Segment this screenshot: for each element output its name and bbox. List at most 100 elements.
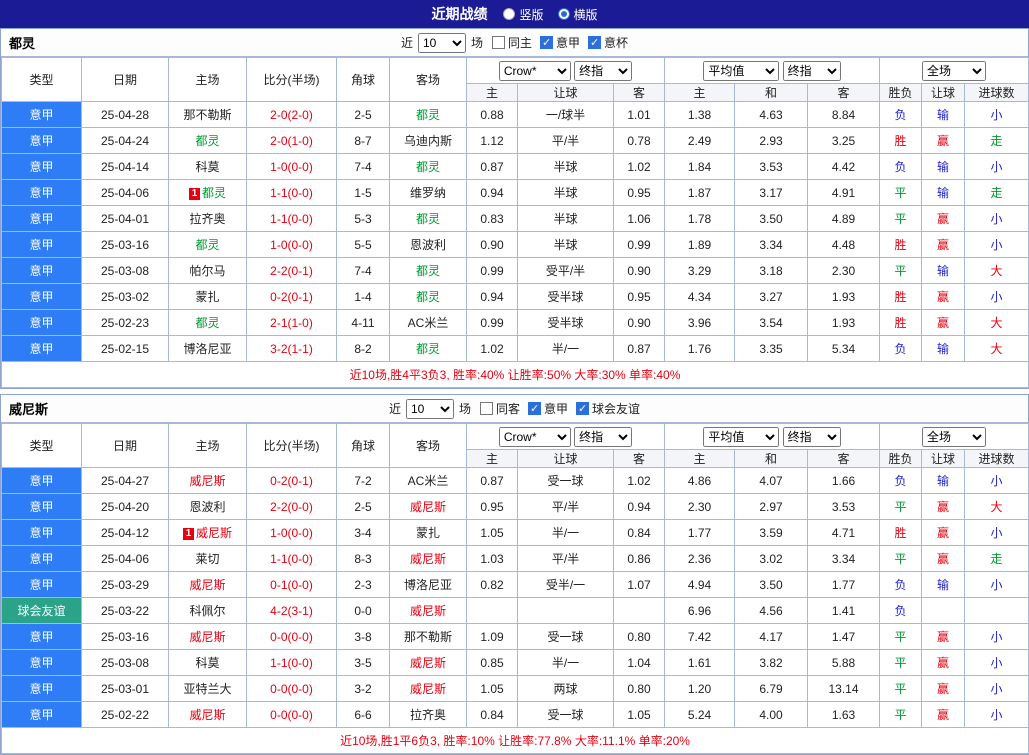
filter-checkbox[interactable]: 意甲	[540, 34, 580, 51]
result-goals: 走	[964, 179, 1029, 206]
subcol-europe-away: 客	[806, 83, 881, 102]
col-header-type: 类型	[1, 423, 82, 468]
away-team-cell: 威尼斯	[389, 675, 467, 702]
match-row: 意甲 25-02-23 都灵 2-1(1-0) 4-11 AC米兰 0.99 受…	[1, 309, 1029, 336]
subcol-result: 胜负	[879, 449, 923, 468]
score-cell: 2-1(1-0)	[246, 309, 337, 336]
filter-bar: 威尼斯 近 10 场 同客 意甲 球会友谊	[1, 395, 1028, 423]
result-handicap: 赢	[921, 283, 966, 310]
filter-checkbox[interactable]: 球会友谊	[576, 400, 640, 417]
europe-draw-odds: 3.17	[734, 179, 808, 206]
asia-away-odds: 0.99	[613, 231, 665, 258]
asia-bookmaker-select[interactable]: Crow*	[498, 426, 571, 447]
results-table: 类型 日期 主场 比分(半场) 角球 客场 Crow* 终指 平均值 终指 全场…	[0, 57, 1029, 388]
match-row: 意甲 25-03-08 帕尔马 2-2(0-1) 7-4 都灵 0.99 受平/…	[1, 257, 1029, 284]
home-team-cell: 帕尔马	[168, 257, 247, 284]
europe-draw-odds: 4.63	[734, 101, 808, 128]
col-header-home: 主场	[168, 423, 247, 468]
league-cell: 意甲	[1, 283, 82, 310]
score-cell: 0-2(0-1)	[246, 467, 337, 494]
date-cell: 25-02-23	[81, 309, 169, 336]
asia-handicap: 两球	[517, 675, 614, 702]
filter-bar: 都灵 近 10 场 同主 意甲 意杯	[1, 29, 1028, 57]
away-team-cell: 那不勒斯	[389, 623, 467, 650]
europe-home-odds: 1.38	[664, 101, 735, 128]
col-header-date: 日期	[81, 423, 169, 468]
match-row: 意甲 25-03-08 科莫 1-1(0-0) 3-5 威尼斯 0.85 半/一…	[1, 649, 1029, 676]
home-team-name: 威尼斯	[189, 578, 226, 592]
match-count-select[interactable]: 10	[405, 398, 454, 419]
score-cell: 2-2(0-1)	[246, 257, 337, 284]
asia-time-select[interactable]: 终指	[574, 426, 633, 447]
europe-time-select[interactable]: 终指	[782, 426, 841, 447]
match-row: 意甲 25-04-12 1 威尼斯 1-0(0-0) 3-4 蒙扎 1.05 半/…	[1, 519, 1029, 546]
asia-away-odds: 1.05	[613, 701, 665, 728]
home-team-name: 都灵	[195, 316, 220, 330]
europe-away-odds: 13.14	[806, 675, 881, 702]
asia-home-odds: 1.02	[466, 335, 518, 362]
match-row: 意甲 25-03-02 蒙扎 0-2(0-1) 1-4 都灵 0.94 受半球 …	[1, 283, 1029, 310]
subcol-europe-draw: 和	[734, 83, 808, 102]
europe-draw-odds: 3.82	[734, 649, 808, 676]
europe-home-odds: 3.29	[664, 257, 735, 284]
filter-checkbox[interactable]: 同客	[479, 400, 520, 417]
date-cell: 25-04-12	[81, 519, 169, 546]
home-team-name: 科佩尔	[189, 604, 226, 618]
corner-cell: 6-6	[336, 701, 390, 728]
score-cell: 1-0(0-0)	[246, 519, 337, 546]
europe-away-odds: 1.93	[806, 309, 881, 336]
match-row: 意甲 25-03-16 都灵 1-0(0-0) 5-5 恩波利 0.90 半球 …	[1, 231, 1029, 258]
date-cell: 25-04-20	[81, 493, 169, 520]
europe-draw-odds: 3.02	[734, 545, 808, 572]
near-label: 近	[388, 402, 401, 416]
europe-away-odds: 4.48	[806, 231, 881, 258]
home-team-cell: 科莫	[168, 153, 247, 180]
col-header-away: 客场	[389, 423, 467, 468]
result-goals: 小	[964, 623, 1029, 650]
date-cell: 25-04-24	[81, 127, 169, 154]
europe-avg-select[interactable]: 平均值	[703, 426, 780, 447]
home-team-name: 那不勒斯	[183, 108, 232, 122]
asia-bookmaker-select[interactable]: Crow*	[498, 60, 571, 81]
league-cell: 意甲	[1, 127, 82, 154]
europe-away-odds: 3.53	[806, 493, 881, 520]
corner-cell: 7-4	[336, 257, 390, 284]
view-mode-radio[interactable]: 竖版	[503, 6, 544, 23]
europe-avg-select[interactable]: 平均值	[703, 60, 780, 81]
filter-checkbox[interactable]: 意甲	[528, 400, 568, 417]
home-team-cell: 科佩尔	[168, 597, 247, 624]
date-cell: 25-03-16	[81, 231, 169, 258]
europe-home-odds: 4.34	[664, 283, 735, 310]
result-goals	[964, 597, 1029, 624]
league-cell: 意甲	[1, 101, 82, 128]
date-cell: 25-04-01	[81, 205, 169, 232]
away-team-cell: 威尼斯	[389, 545, 467, 572]
away-team-name: 威尼斯	[409, 682, 446, 696]
asia-away-odds: 0.84	[613, 519, 665, 546]
scope-select[interactable]: 全场	[922, 60, 987, 81]
team-results-section: 威尼斯 近 10 场 同客意甲球会友谊 类型 日期	[0, 394, 1029, 755]
team-name: 都灵	[9, 36, 36, 51]
col-header-score: 比分(半场)	[246, 423, 337, 468]
corner-cell: 2-3	[336, 571, 390, 598]
score-cell: 0-0(0-0)	[246, 623, 337, 650]
home-team-name: 博洛尼亚	[183, 342, 232, 356]
asia-handicap: 平/半	[517, 545, 614, 572]
view-mode-radio[interactable]: 横版	[557, 6, 598, 23]
asia-handicap: 半/一	[517, 519, 614, 546]
scope-select[interactable]: 全场	[922, 426, 987, 447]
europe-home-odds: 5.24	[664, 701, 735, 728]
corner-cell: 2-5	[336, 101, 390, 128]
europe-time-select[interactable]: 终指	[782, 60, 841, 81]
radio-icon	[503, 8, 516, 20]
score-cell: 0-0(0-0)	[246, 675, 337, 702]
summary-row: 近10场,胜4平3负3, 胜率:40% 让胜率:50% 大率:30% 单率:40…	[0, 361, 1029, 388]
filter-checkbox[interactable]: 意杯	[588, 34, 628, 51]
filter-checkbox[interactable]: 同主	[491, 34, 532, 51]
result-handicap: 赢	[921, 309, 966, 336]
result-handicap: 输	[921, 179, 966, 206]
asia-odds-header: Crow* 终指	[466, 57, 665, 84]
match-count-select[interactable]: 10	[417, 32, 466, 53]
asia-time-select[interactable]: 终指	[574, 60, 633, 81]
asia-away-odds	[613, 597, 665, 624]
